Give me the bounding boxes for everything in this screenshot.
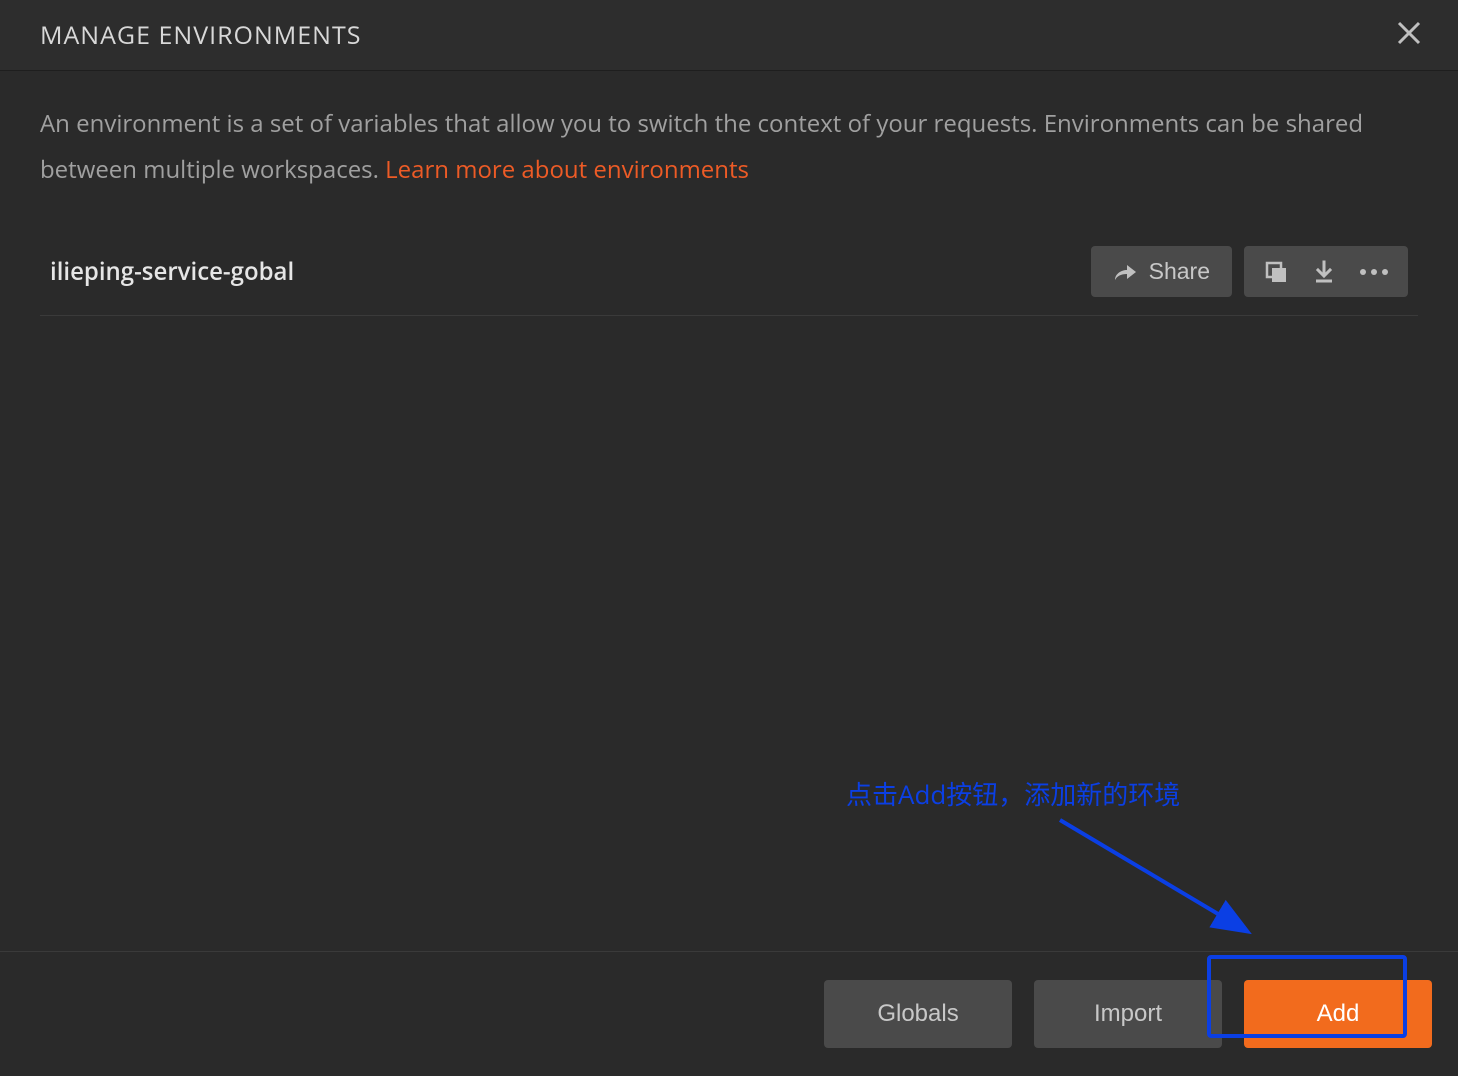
environment-actions: Share (1091, 246, 1408, 297)
environment-row: ilieping-service-gobal Share (40, 232, 1418, 316)
annotation-arrow (1050, 810, 1270, 950)
more-options-button[interactable] (1348, 257, 1400, 287)
modal-body: An environment is a set of variables tha… (0, 71, 1458, 316)
icon-button-group (1244, 246, 1408, 297)
import-button[interactable]: Import (1034, 980, 1222, 1048)
close-button[interactable] (1396, 19, 1422, 51)
share-label: Share (1149, 258, 1210, 285)
annotation-text: 点击Add按钮，添加新的环境 (846, 775, 1180, 812)
environment-name[interactable]: ilieping-service-gobal (50, 255, 294, 288)
download-icon (1312, 260, 1336, 284)
more-icon (1360, 269, 1388, 275)
duplicate-icon (1264, 260, 1288, 284)
description-text: An environment is a set of variables tha… (40, 101, 1418, 192)
duplicate-button[interactable] (1252, 248, 1300, 296)
add-button[interactable]: Add (1244, 980, 1432, 1048)
manage-environments-modal: MANAGE ENVIRONMENTS An environment is a … (0, 0, 1458, 1076)
modal-footer: Globals Import Add (0, 951, 1458, 1076)
share-icon (1113, 262, 1137, 282)
globals-button[interactable]: Globals (824, 980, 1012, 1048)
learn-more-link[interactable]: Learn more about environments (385, 153, 749, 186)
modal-header: MANAGE ENVIRONMENTS (0, 0, 1458, 71)
modal-title: MANAGE ENVIRONMENTS (40, 18, 361, 52)
download-button[interactable] (1300, 248, 1348, 296)
close-icon (1396, 20, 1422, 46)
share-button[interactable]: Share (1091, 246, 1232, 297)
